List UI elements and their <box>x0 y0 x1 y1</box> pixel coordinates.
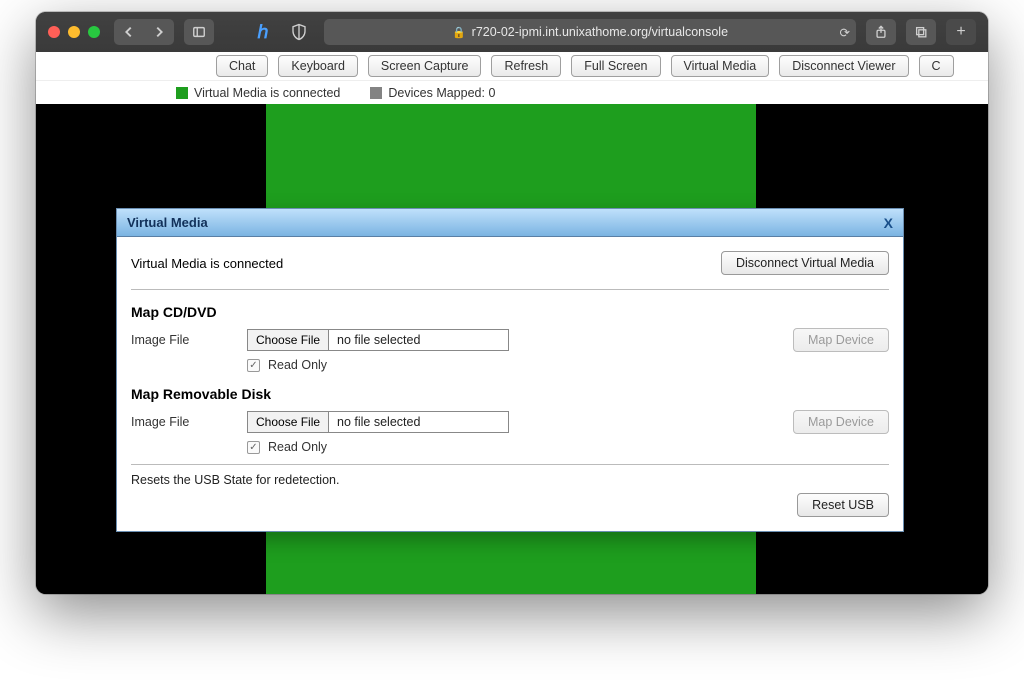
cd-readonly-checkbox[interactable]: ✓ <box>247 359 260 372</box>
reload-button[interactable]: ⟳ <box>840 25 850 40</box>
close-window-button[interactable] <box>48 26 60 38</box>
reset-usb-button[interactable]: Reset USB <box>797 493 889 517</box>
tb-refresh[interactable]: Refresh <box>491 55 561 77</box>
vc-toolbar: Chat Keyboard Screen Capture Refresh Ful… <box>36 52 988 80</box>
tb-virtual-media[interactable]: Virtual Media <box>671 55 770 77</box>
disconnect-virtual-media-button[interactable]: Disconnect Virtual Media <box>721 251 889 275</box>
tb-extra[interactable]: C <box>919 55 954 77</box>
tb-full-screen[interactable]: Full Screen <box>571 55 660 77</box>
dialog-titlebar[interactable]: Virtual Media X <box>117 209 903 237</box>
rd-file-text: no file selected <box>329 415 428 429</box>
status-connected: Virtual Media is connected <box>176 86 340 100</box>
address-bar[interactable]: 🔒 r720-02-ipmi.int.unixathome.org/virtua… <box>324 19 856 45</box>
cd-readonly-label: Read Only <box>268 358 327 372</box>
rd-map-device-button[interactable]: Map Device <box>793 410 889 434</box>
status-devices: Devices Mapped: 0 <box>370 86 495 100</box>
tb-screen-capture[interactable]: Screen Capture <box>368 55 482 77</box>
tb-disconnect[interactable]: Disconnect Viewer <box>779 55 908 77</box>
dialog-title: Virtual Media <box>127 215 208 230</box>
sidebar-toggle-button[interactable] <box>184 19 214 45</box>
status-gray-icon <box>370 87 382 99</box>
new-tab-button[interactable]: + <box>946 19 976 45</box>
lock-icon: 🔒 <box>452 26 466 39</box>
rd-readonly-label: Read Only <box>268 440 327 454</box>
virtual-console-area: Virtual Media X Virtual Media is connect… <box>36 104 988 594</box>
nav-forward-button[interactable] <box>144 19 174 45</box>
tb-chat[interactable]: Chat <box>216 55 268 77</box>
zoom-window-button[interactable] <box>88 26 100 38</box>
cd-map-device-button[interactable]: Map Device <box>793 328 889 352</box>
rd-file-input[interactable]: Choose File no file selected <box>247 411 509 433</box>
status-green-icon <box>176 87 188 99</box>
cd-image-label: Image File <box>131 333 231 347</box>
cd-file-text: no file selected <box>329 333 428 347</box>
virtual-media-dialog: Virtual Media X Virtual Media is connect… <box>116 208 904 532</box>
browser-window: ℎ 🔒 r720-02-ipmi.int.unixathome.org/virt… <box>36 12 988 594</box>
page-content: Chat Keyboard Screen Capture Refresh Ful… <box>36 52 988 594</box>
extension-icon[interactable]: ℎ <box>252 21 274 43</box>
map-cd-heading: Map CD/DVD <box>131 304 889 320</box>
reset-usb-text: Resets the USB State for redetection. <box>131 473 339 487</box>
cd-file-input[interactable]: Choose File no file selected <box>247 329 509 351</box>
privacy-shield-icon[interactable] <box>284 19 314 45</box>
dialog-close-button[interactable]: X <box>884 215 893 231</box>
dialog-status-text: Virtual Media is connected <box>131 256 283 271</box>
rd-image-label: Image File <box>131 415 231 429</box>
window-controls <box>48 26 100 38</box>
url-text: r720-02-ipmi.int.unixathome.org/virtualc… <box>472 25 728 39</box>
tabs-overview-button[interactable] <box>906 19 936 45</box>
minimize-window-button[interactable] <box>68 26 80 38</box>
cd-choose-file-button[interactable]: Choose File <box>248 330 329 350</box>
rd-choose-file-button[interactable]: Choose File <box>248 412 329 432</box>
map-rd-heading: Map Removable Disk <box>131 386 889 402</box>
tb-keyboard[interactable]: Keyboard <box>278 55 358 77</box>
browser-toolbar: ℎ 🔒 r720-02-ipmi.int.unixathome.org/virt… <box>36 12 988 52</box>
nav-back-button[interactable] <box>114 19 144 45</box>
vc-statusbar: Virtual Media is connected Devices Mappe… <box>36 80 988 104</box>
rd-readonly-checkbox[interactable]: ✓ <box>247 441 260 454</box>
share-button[interactable] <box>866 19 896 45</box>
